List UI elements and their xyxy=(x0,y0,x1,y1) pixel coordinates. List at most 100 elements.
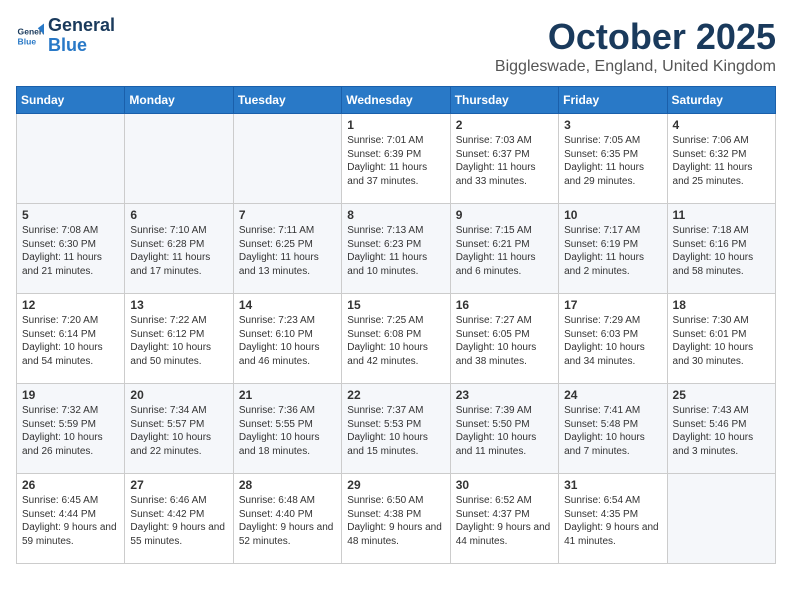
calendar-cell: 14Sunrise: 7:23 AMSunset: 6:10 PMDayligh… xyxy=(233,294,341,384)
day-info: Daylight: 11 hours and 29 minutes. xyxy=(564,161,661,188)
day-number: 6 xyxy=(130,208,227,222)
calendar-cell: 23 Sunrise: 7:39 AMSunset: 5:50 PMDayligh… xyxy=(450,384,558,474)
day-info: Sunset: 6:32 PM xyxy=(673,148,770,162)
day-number: 31 xyxy=(564,478,661,492)
day-info: Sunrise: 7:32 AM xyxy=(22,404,119,418)
day-info: Sunrise: 7:23 AM xyxy=(239,314,336,328)
day-info: Sunset: 5:50 PM xyxy=(456,418,553,432)
day-info: Sunrise: 7:34 AM xyxy=(130,404,227,418)
day-info: Sunrise: 7:37 AM xyxy=(347,404,444,418)
weekday-header: Thursday xyxy=(450,87,558,114)
day-info: Daylight: 10 hours and 38 minutes. xyxy=(456,341,553,368)
weekday-header: Saturday xyxy=(667,87,775,114)
day-info: Sunset: 5:55 PM xyxy=(239,418,336,432)
day-info: Sunrise: 6:46 AM xyxy=(130,494,227,508)
day-number: 28 xyxy=(239,478,336,492)
calendar-cell: 13Sunrise: 7:22 AMSunset: 6:12 PMDayligh… xyxy=(125,294,233,384)
calendar-cell: 12Sunrise: 7:20 AMSunset: 6:14 PMDayligh… xyxy=(17,294,125,384)
day-info: Sunset: 4:44 PM xyxy=(22,508,119,522)
day-number: 11 xyxy=(673,208,770,222)
day-info: Sunrise: 6:52 AM xyxy=(456,494,553,508)
day-info: Daylight: 10 hours and 58 minutes. xyxy=(673,251,770,278)
calendar-cell: 29Sunrise: 6:50 AMSunset: 4:38 PMDayligh… xyxy=(342,474,450,564)
day-info: Sunrise: 7:43 AM xyxy=(673,404,770,418)
day-info: Daylight: 10 hours and 26 minutes. xyxy=(22,431,119,458)
day-info: Sunrise: 7:17 AM xyxy=(564,224,661,238)
day-info: Daylight: 10 hours and 7 minutes. xyxy=(564,431,661,458)
day-info: Sunrise: 6:48 AM xyxy=(239,494,336,508)
day-info: Sunrise: 7:27 AM xyxy=(456,314,553,328)
day-info: Sunrise: 7:22 AM xyxy=(130,314,227,328)
day-info: Sunset: 6:14 PM xyxy=(22,328,119,342)
calendar-cell: 24Sunrise: 7:41 AMSunset: 5:48 PMDayligh… xyxy=(559,384,667,474)
calendar-cell: 8Sunrise: 7:13 AMSunset: 6:23 PMDaylight… xyxy=(342,204,450,294)
location: Biggleswade, England, United Kingdom xyxy=(495,58,776,76)
calendar-cell: 10Sunrise: 7:17 AMSunset: 6:19 PMDayligh… xyxy=(559,204,667,294)
day-info: Daylight: 10 hours and 22 minutes. xyxy=(130,431,227,458)
calendar-cell: 18Sunrise: 7:30 AMSunset: 6:01 PMDayligh… xyxy=(667,294,775,384)
day-number: 13 xyxy=(130,298,227,312)
day-info: Sunset: 6:23 PM xyxy=(347,238,444,252)
day-info: Daylight: 9 hours and 44 minutes. xyxy=(456,521,553,548)
calendar-cell: 9Sunrise: 7:15 AMSunset: 6:21 PMDaylight… xyxy=(450,204,558,294)
day-info: Sunrise: 6:45 AM xyxy=(22,494,119,508)
logo-icon: General Blue xyxy=(16,22,44,50)
weekday-header: Friday xyxy=(559,87,667,114)
day-number: 9 xyxy=(456,208,553,222)
day-number: 4 xyxy=(673,118,770,132)
day-info: Sunset: 4:42 PM xyxy=(130,508,227,522)
calendar-cell: 22Sunrise: 7:37 AMSunset: 5:53 PMDayligh… xyxy=(342,384,450,474)
weekday-header: Wednesday xyxy=(342,87,450,114)
day-number: 23 xyxy=(456,388,553,402)
calendar-cell: 1Sunrise: 7:01 AMSunset: 6:39 PMDaylight… xyxy=(342,114,450,204)
day-info: Sunrise: 7:10 AM xyxy=(130,224,227,238)
day-number: 16 xyxy=(456,298,553,312)
day-number: 1 xyxy=(347,118,444,132)
day-number: 27 xyxy=(130,478,227,492)
calendar-cell: 25Sunrise: 7:43 AMSunset: 5:46 PMDayligh… xyxy=(667,384,775,474)
day-info: Sunset: 4:37 PM xyxy=(456,508,553,522)
day-info: Daylight: 11 hours and 2 minutes. xyxy=(564,251,661,278)
calendar-cell: 5Sunrise: 7:08 AMSunset: 6:30 PMDaylight… xyxy=(17,204,125,294)
calendar-cell: 16Sunrise: 7:27 AMSunset: 6:05 PMDayligh… xyxy=(450,294,558,384)
day-info: Daylight: 11 hours and 33 minutes. xyxy=(456,161,553,188)
calendar-cell: 21Sunrise: 7:36 AMSunset: 5:55 PMDayligh… xyxy=(233,384,341,474)
day-info: Sunrise: 7:29 AM xyxy=(564,314,661,328)
day-info: Sunset: 6:19 PM xyxy=(564,238,661,252)
day-info: Sunrise: 7:20 AM xyxy=(22,314,119,328)
day-info: Sunset: 6:12 PM xyxy=(130,328,227,342)
day-info: Sunrise: 6:54 AM xyxy=(564,494,661,508)
day-number: 7 xyxy=(239,208,336,222)
day-info: Daylight: 9 hours and 48 minutes. xyxy=(347,521,444,548)
day-info: Daylight: 10 hours and 42 minutes. xyxy=(347,341,444,368)
day-info: Daylight: 10 hours and 11 minutes. xyxy=(456,431,553,458)
day-info: Daylight: 11 hours and 37 minutes. xyxy=(347,161,444,188)
calendar-cell: 15Sunrise: 7:25 AMSunset: 6:08 PMDayligh… xyxy=(342,294,450,384)
day-info: Sunrise: 7:39 AM xyxy=(456,404,553,418)
logo: General Blue GeneralBlue xyxy=(16,16,115,56)
day-info: Sunrise: 7:06 AM xyxy=(673,134,770,148)
calendar-cell: 30 Sunrise: 6:52 AMSunset: 4:37 PMDayligh… xyxy=(450,474,558,564)
day-number: 18 xyxy=(673,298,770,312)
day-info: Sunrise: 7:15 AM xyxy=(456,224,553,238)
month-title: October 2025 xyxy=(495,16,776,58)
day-number: 8 xyxy=(347,208,444,222)
calendar-cell xyxy=(17,114,125,204)
day-info: Sunset: 6:16 PM xyxy=(673,238,770,252)
calendar-week-row: 1Sunrise: 7:01 AMSunset: 6:39 PMDaylight… xyxy=(17,114,776,204)
day-info: Sunset: 5:59 PM xyxy=(22,418,119,432)
calendar-cell: 31Sunrise: 6:54 AMSunset: 4:35 PMDayligh… xyxy=(559,474,667,564)
page-header: General Blue GeneralBlue October 2025 Bi… xyxy=(16,16,776,76)
day-info: Sunset: 5:48 PM xyxy=(564,418,661,432)
day-info: Daylight: 10 hours and 34 minutes. xyxy=(564,341,661,368)
weekday-header: Monday xyxy=(125,87,233,114)
svg-text:Blue: Blue xyxy=(18,36,37,46)
day-info: Sunset: 6:39 PM xyxy=(347,148,444,162)
day-number: 25 xyxy=(673,388,770,402)
day-info: Sunset: 6:08 PM xyxy=(347,328,444,342)
day-info: Sunrise: 6:50 AM xyxy=(347,494,444,508)
day-info: Daylight: 9 hours and 55 minutes. xyxy=(130,521,227,548)
day-number: 30 xyxy=(456,478,553,492)
calendar-cell: 11Sunrise: 7:18 AMSunset: 6:16 PMDayligh… xyxy=(667,204,775,294)
calendar-cell: 2Sunrise: 7:03 AMSunset: 6:37 PMDaylight… xyxy=(450,114,558,204)
